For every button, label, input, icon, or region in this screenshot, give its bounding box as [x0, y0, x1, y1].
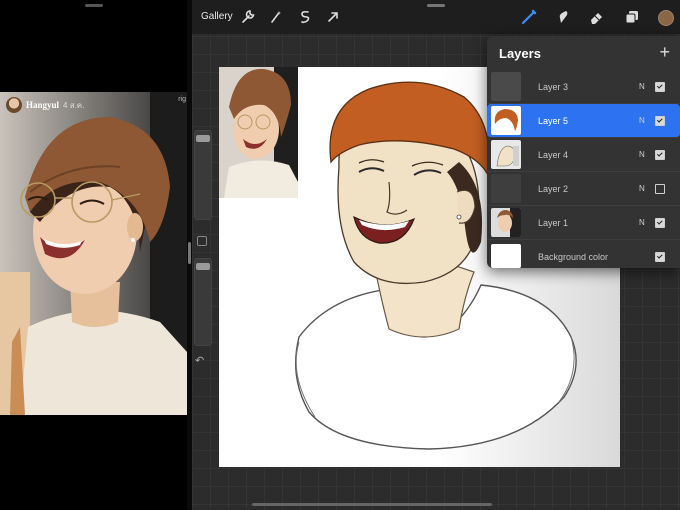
layer-thumbnail: [491, 208, 521, 237]
layer-visibility-checkbox[interactable]: [655, 251, 665, 262]
left-sidebar: ↶: [192, 130, 214, 380]
smudge-icon[interactable]: [554, 8, 572, 26]
layer-thumbnail: [491, 174, 521, 203]
layer-visibility-checkbox[interactable]: [655, 149, 665, 160]
post-header: Hangyul 4 ส.ค.: [6, 96, 84, 114]
layer-thumbnail: [491, 106, 521, 135]
layer-thumbnail: [491, 72, 521, 101]
undo-icon[interactable]: ↶: [195, 354, 204, 367]
opacity-slider[interactable]: [194, 258, 212, 346]
multitask-grabber[interactable]: [427, 4, 445, 7]
layer-name: Layer 4: [538, 149, 569, 160]
layer-thumbnail: [491, 140, 521, 169]
post-date: 4 ส.ค.: [63, 100, 85, 110]
opacity-knob[interactable]: [196, 263, 210, 270]
layer-name: Layer 1: [538, 217, 569, 228]
layer-row-2[interactable]: Layer 2 N: [487, 172, 680, 206]
reference-thumbnail: [219, 67, 298, 198]
layer-thumbnail: [491, 244, 521, 268]
magic-wand-icon[interactable]: [267, 8, 285, 26]
layer-row-4[interactable]: Layer 4 N: [487, 138, 680, 172]
multitask-grabber[interactable]: [85, 4, 103, 7]
procreate-app: Gallery ↶ Layers + Layer 3 N Layer 5 N L…: [192, 0, 680, 510]
layer-row-1[interactable]: Layer 1 N: [487, 206, 680, 240]
layer-name: Background color: [538, 251, 609, 262]
blend-mode-button[interactable]: N: [639, 184, 645, 193]
gallery-button[interactable]: Gallery: [201, 11, 233, 22]
brush-size-slider[interactable]: [194, 130, 212, 220]
add-layer-button[interactable]: +: [659, 42, 670, 63]
blend-mode-button[interactable]: N: [639, 150, 645, 159]
layers-icon[interactable]: [623, 8, 641, 26]
brush-icon[interactable]: [520, 8, 538, 26]
social-post: Hangyul 4 ส.ค. rig: [0, 92, 187, 415]
layer-name: Layer 5: [538, 115, 569, 126]
layers-panel: Layers + Layer 3 N Layer 5 N Layer 4 N L…: [487, 36, 680, 268]
layer-row-3[interactable]: Layer 3 N: [487, 70, 680, 104]
selection-icon[interactable]: [296, 8, 314, 26]
blend-mode-button[interactable]: N: [639, 116, 645, 125]
post-caption-fragment: rig: [178, 96, 186, 103]
layers-panel-title: Layers: [499, 46, 541, 61]
color-picker-swatch[interactable]: [658, 10, 674, 26]
brush-size-knob[interactable]: [196, 135, 210, 142]
wrench-icon[interactable]: [239, 8, 257, 26]
layer-visibility-checkbox[interactable]: [655, 183, 665, 194]
layer-visibility-checkbox[interactable]: [655, 81, 665, 92]
layer-visibility-checkbox[interactable]: [655, 217, 665, 228]
layer-row-background[interactable]: Background color: [487, 240, 680, 268]
transform-arrow-icon[interactable]: [324, 8, 342, 26]
blend-mode-button[interactable]: N: [639, 218, 645, 227]
layer-visibility-checkbox[interactable]: [655, 115, 665, 126]
blend-mode-button[interactable]: N: [639, 82, 645, 91]
layer-name: Layer 2: [538, 183, 569, 194]
reference-photo: [0, 92, 187, 415]
modify-button[interactable]: [197, 236, 207, 246]
post-username[interactable]: Hangyul: [26, 100, 59, 110]
layer-row-5[interactable]: Layer 5 N: [487, 104, 680, 138]
layer-name: Layer 3: [538, 81, 569, 92]
divider-handle[interactable]: [188, 242, 191, 264]
home-indicator[interactable]: [252, 503, 492, 506]
eraser-icon[interactable]: [588, 8, 606, 26]
avatar[interactable]: [6, 97, 22, 113]
split-view-left-app: Hangyul 4 ส.ค. rig: [0, 0, 187, 510]
